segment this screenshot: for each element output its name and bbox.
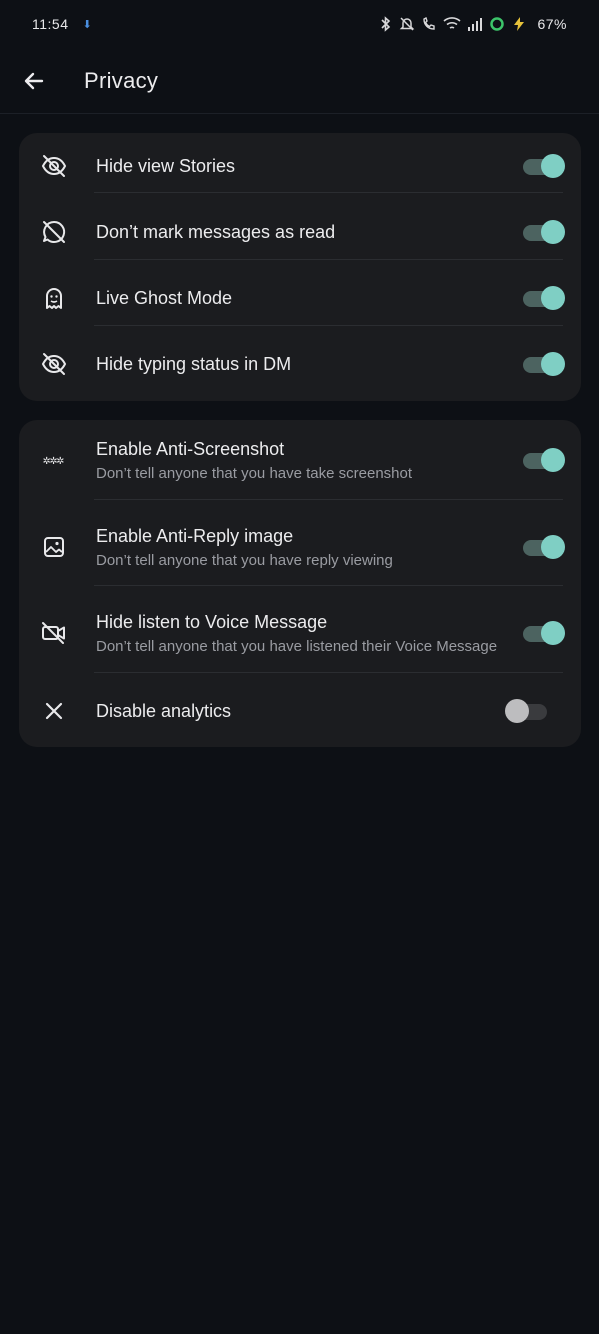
privacy-card-secondary: ✲✲✲ Enable Anti-Screenshot Don’t tell an… [19, 420, 581, 747]
setting-description: Don’t tell anyone that you have take scr… [96, 464, 413, 482]
bluetooth-icon [381, 16, 391, 32]
eye-off-icon [39, 349, 69, 379]
setting-label: Enable Anti-Reply image [96, 525, 294, 546]
setting-row-hide-view-stories[interactable]: Hide view Stories [19, 133, 581, 199]
hide-voice-toggle[interactable] [519, 620, 565, 646]
arrow-left-icon [24, 72, 44, 89]
wifi-icon [443, 17, 462, 29]
divider [94, 192, 563, 193]
divider [94, 259, 563, 260]
setting-row-dont-mark-read[interactable]: Don’t mark messages as read [19, 199, 581, 265]
image-icon [39, 532, 69, 562]
setting-row-anti-screenshot[interactable]: ✲✲✲ Enable Anti-Screenshot Don’t tell an… [19, 420, 581, 500]
status-bar: 11:54 ⬇ 67% [0, 0, 599, 48]
asterisks-icon: ✲✲✲ [42, 452, 64, 468]
privacy-card-primary: Hide view Stories Don’t mark messages as… [19, 133, 581, 401]
circle-status-icon [490, 17, 505, 31]
setting-label: Enable Anti-Screenshot [96, 438, 285, 459]
setting-description: Don’t tell anyone that you have listened… [96, 637, 498, 655]
message-off-icon [39, 217, 69, 247]
setting-label: Hide typing status in DM [96, 353, 292, 374]
setting-row-disable-analytics[interactable]: Disable analytics [19, 678, 581, 744]
setting-row-hide-typing[interactable]: Hide typing status in DM [19, 331, 581, 397]
setting-description: Don’t tell anyone that you have reply vi… [96, 551, 393, 569]
setting-label: Hide view Stories [96, 155, 236, 176]
hide-view-stories-toggle[interactable] [519, 153, 565, 179]
wifi-call-icon [423, 17, 436, 30]
hide-typing-toggle[interactable] [519, 351, 565, 377]
download-icon: ⬇ [82, 18, 93, 31]
page-title: Privacy [84, 67, 159, 93]
divider [94, 499, 563, 500]
mute-icon [400, 17, 415, 31]
dont-mark-read-toggle[interactable] [519, 219, 565, 245]
disable-analytics-toggle[interactable] [505, 698, 551, 724]
setting-label: Disable analytics [96, 700, 232, 721]
divider [94, 325, 563, 326]
status-time: 11:54 [32, 16, 69, 32]
setting-label: Hide listen to Voice Message [96, 611, 328, 632]
back-button[interactable] [14, 61, 54, 101]
app-bar: Privacy [0, 48, 599, 114]
setting-label: Live Ghost Mode [96, 287, 233, 308]
setting-label: Don’t mark messages as read [96, 221, 336, 242]
ghost-icon [39, 283, 69, 313]
setting-row-live-ghost-mode[interactable]: Live Ghost Mode [19, 265, 581, 331]
close-icon [39, 696, 69, 726]
battery-percent: 67% [537, 16, 567, 32]
anti-reply-image-toggle[interactable] [519, 534, 565, 560]
anti-screenshot-toggle[interactable] [519, 447, 565, 473]
signal-icon [468, 18, 483, 31]
battery-charging-icon [514, 17, 525, 31]
divider [94, 585, 563, 586]
live-ghost-mode-toggle[interactable] [519, 285, 565, 311]
eye-off-icon [39, 151, 69, 181]
video-off-icon [39, 618, 69, 648]
setting-row-anti-reply-image[interactable]: Enable Anti-Reply image Don’t tell anyon… [19, 507, 581, 587]
divider [94, 672, 563, 673]
setting-row-hide-voice[interactable]: Hide listen to Voice Message Don’t tell … [19, 593, 581, 673]
